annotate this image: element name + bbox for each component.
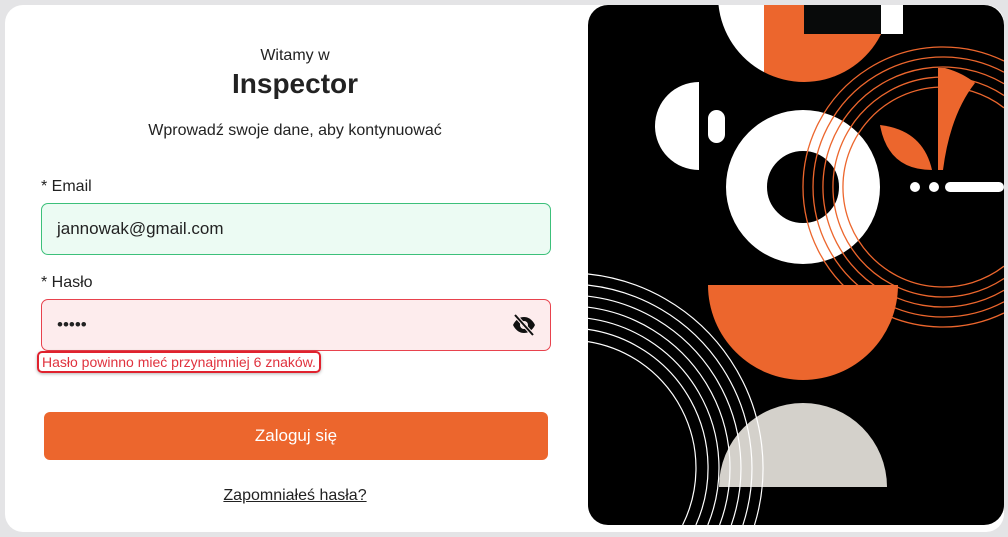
password-label: * Hasło <box>41 274 93 291</box>
login-page: Witamy w Inspector Wprowadź swoje dane, … <box>0 0 1008 537</box>
welcome-text: Witamy w <box>260 47 330 64</box>
app-title: Inspector <box>231 68 359 99</box>
email-field[interactable]: jannowak@gmail.com <box>41 203 551 255</box>
forgot-password-link[interactable]: Zapomniałeś hasła? <box>0 487 590 505</box>
password-field[interactable]: ••••• <box>41 299 551 351</box>
email-label: * Email <box>41 178 92 195</box>
login-button[interactable]: Zaloguj się <box>44 412 548 460</box>
decorative-illustration <box>588 5 1004 525</box>
email-value: jannowak@gmail.com <box>57 219 224 238</box>
password-error: Hasło powinno mieć przynajmniej 6 znaków… <box>37 351 321 373</box>
password-value: ••••• <box>57 315 87 334</box>
subtitle: Wprowadź swoje dane, aby kontynuować <box>148 122 442 139</box>
eye-slash-icon[interactable] <box>512 313 536 341</box>
